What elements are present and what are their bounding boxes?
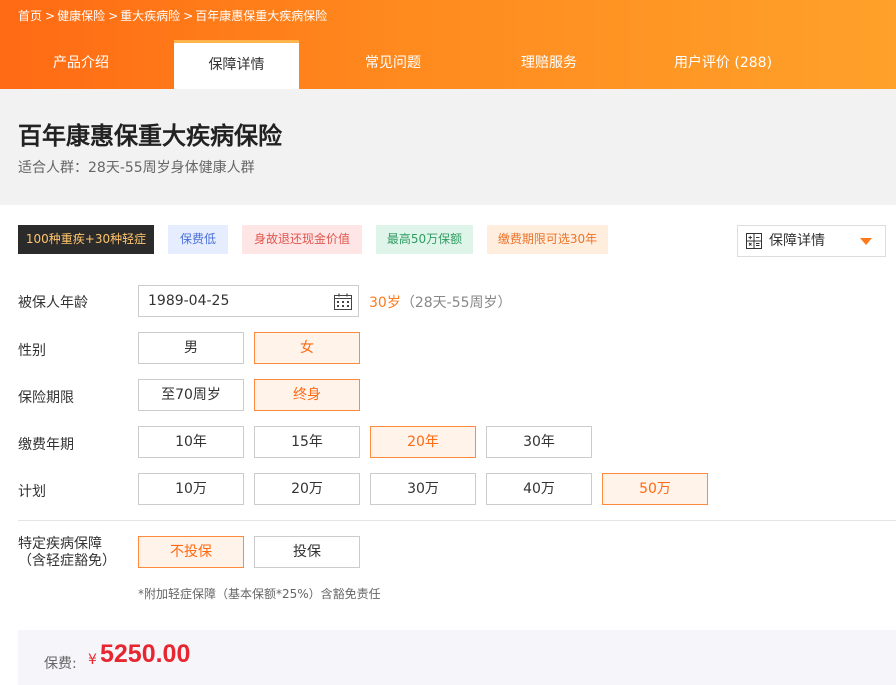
plan-label: 计划 bbox=[18, 484, 46, 500]
plan-option-500k[interactable]: 50万 bbox=[602, 473, 708, 505]
breadcrumb-separator: > bbox=[108, 9, 119, 23]
gender-option-male[interactable]: 男 bbox=[138, 332, 244, 364]
product-header: 百年康惠保重大疾病保险 适合人群：28天-55周岁身体健康人群 bbox=[0, 89, 896, 205]
premium-label: 保费: bbox=[44, 656, 77, 672]
plan-option-100k[interactable]: 10万 bbox=[138, 473, 244, 505]
top-banner: 首页 > 健康保险 > 重大疾病险 > 百年康惠保重大疾病保险 产品介绍 保障详情 常见问题… bbox=[0, 0, 896, 89]
plan-option-200k[interactable]: 20万 bbox=[254, 473, 360, 505]
view-select-dropdown[interactable]: 保障详情 bbox=[737, 225, 886, 257]
breadcrumb-item-health[interactable]: 健康保险 bbox=[57, 9, 105, 23]
premium-bar: 保费: ¥ 5250.00 bbox=[18, 630, 896, 685]
view-select-value: 保障详情 bbox=[769, 233, 825, 249]
breadcrumb-item-current: 百年康惠保重大疾病保险 bbox=[195, 9, 328, 23]
calendar-icon[interactable] bbox=[334, 293, 352, 310]
payment-years-label: 缴费年期 bbox=[18, 437, 74, 453]
breadcrumb-item-critical-illness[interactable]: 重大疾病险 bbox=[120, 9, 180, 23]
caret-down-icon bbox=[860, 238, 872, 245]
gender-label: 性别 bbox=[18, 343, 46, 359]
payment-option-10y[interactable]: 10年 bbox=[138, 426, 244, 458]
feature-tag: 100种重疾+30种轻症 bbox=[18, 225, 154, 254]
term-option-lifetime[interactable]: 终身 bbox=[254, 379, 360, 411]
page-title: 百年康惠保重大疾病保险 bbox=[18, 122, 282, 150]
product-tabs: 产品介绍 保障详情 常见问题 理赔服务 用户评价 (288) bbox=[0, 40, 896, 89]
payment-option-20y[interactable]: 20年 bbox=[370, 426, 476, 458]
tab-user-reviews[interactable]: 用户评价 (288) bbox=[662, 40, 784, 89]
computed-age: 30岁 bbox=[369, 295, 401, 311]
feature-tag: 身故退还现金价值 bbox=[242, 225, 362, 254]
section-divider bbox=[18, 520, 896, 521]
target-audience: 适合人群：28天-55周岁身体健康人群 bbox=[18, 160, 255, 176]
calculator-icon bbox=[746, 233, 762, 249]
tab-faq[interactable]: 常见问题 bbox=[340, 40, 446, 89]
plan-option-300k[interactable]: 30万 bbox=[370, 473, 476, 505]
breadcrumb-separator: > bbox=[183, 9, 194, 23]
tab-claims-service[interactable]: 理赔服务 bbox=[496, 40, 602, 89]
feature-tag: 保费低 bbox=[168, 225, 228, 254]
special-illness-label-line1: 特定疾病保障 bbox=[18, 536, 102, 552]
birthdate-input[interactable]: 1989-04-25 bbox=[138, 285, 359, 317]
special-option-enroll[interactable]: 投保 bbox=[254, 536, 360, 568]
birthdate-value: 1989-04-25 bbox=[148, 293, 230, 309]
premium-amount: 5250.00 bbox=[100, 640, 191, 668]
feature-tag: 缴费期限可选30年 bbox=[487, 225, 608, 254]
rider-footnote: *附加轻症保障（基本保额*25%）含豁免责任 bbox=[138, 587, 381, 601]
breadcrumb-item-home[interactable]: 首页 bbox=[18, 9, 42, 23]
special-illness-label: 特定疾病保障 （含轻症豁免） bbox=[18, 536, 116, 570]
payment-option-15y[interactable]: 15年 bbox=[254, 426, 360, 458]
term-option-to-70[interactable]: 至70周岁 bbox=[138, 379, 244, 411]
tab-product-intro[interactable]: 产品介绍 bbox=[28, 40, 134, 89]
term-label: 保险期限 bbox=[18, 390, 74, 406]
breadcrumb-separator: > bbox=[45, 9, 56, 23]
age-range: （28天-55周岁） bbox=[400, 295, 512, 311]
feature-tag: 最高50万保额 bbox=[376, 225, 473, 254]
breadcrumb: 首页 > 健康保险 > 重大疾病险 > 百年康惠保重大疾病保险 bbox=[18, 7, 330, 24]
tab-coverage-details[interactable]: 保障详情 bbox=[174, 40, 299, 89]
age-note: 30岁（28天-55周岁） bbox=[369, 292, 512, 312]
gender-option-female[interactable]: 女 bbox=[254, 332, 360, 364]
payment-option-30y[interactable]: 30年 bbox=[486, 426, 592, 458]
special-option-decline[interactable]: 不投保 bbox=[138, 536, 244, 568]
currency-symbol: ¥ bbox=[88, 652, 97, 668]
special-illness-label-line2: （含轻症豁免） bbox=[18, 553, 116, 569]
age-label: 被保人年龄 bbox=[18, 295, 88, 311]
plan-option-400k[interactable]: 40万 bbox=[486, 473, 592, 505]
